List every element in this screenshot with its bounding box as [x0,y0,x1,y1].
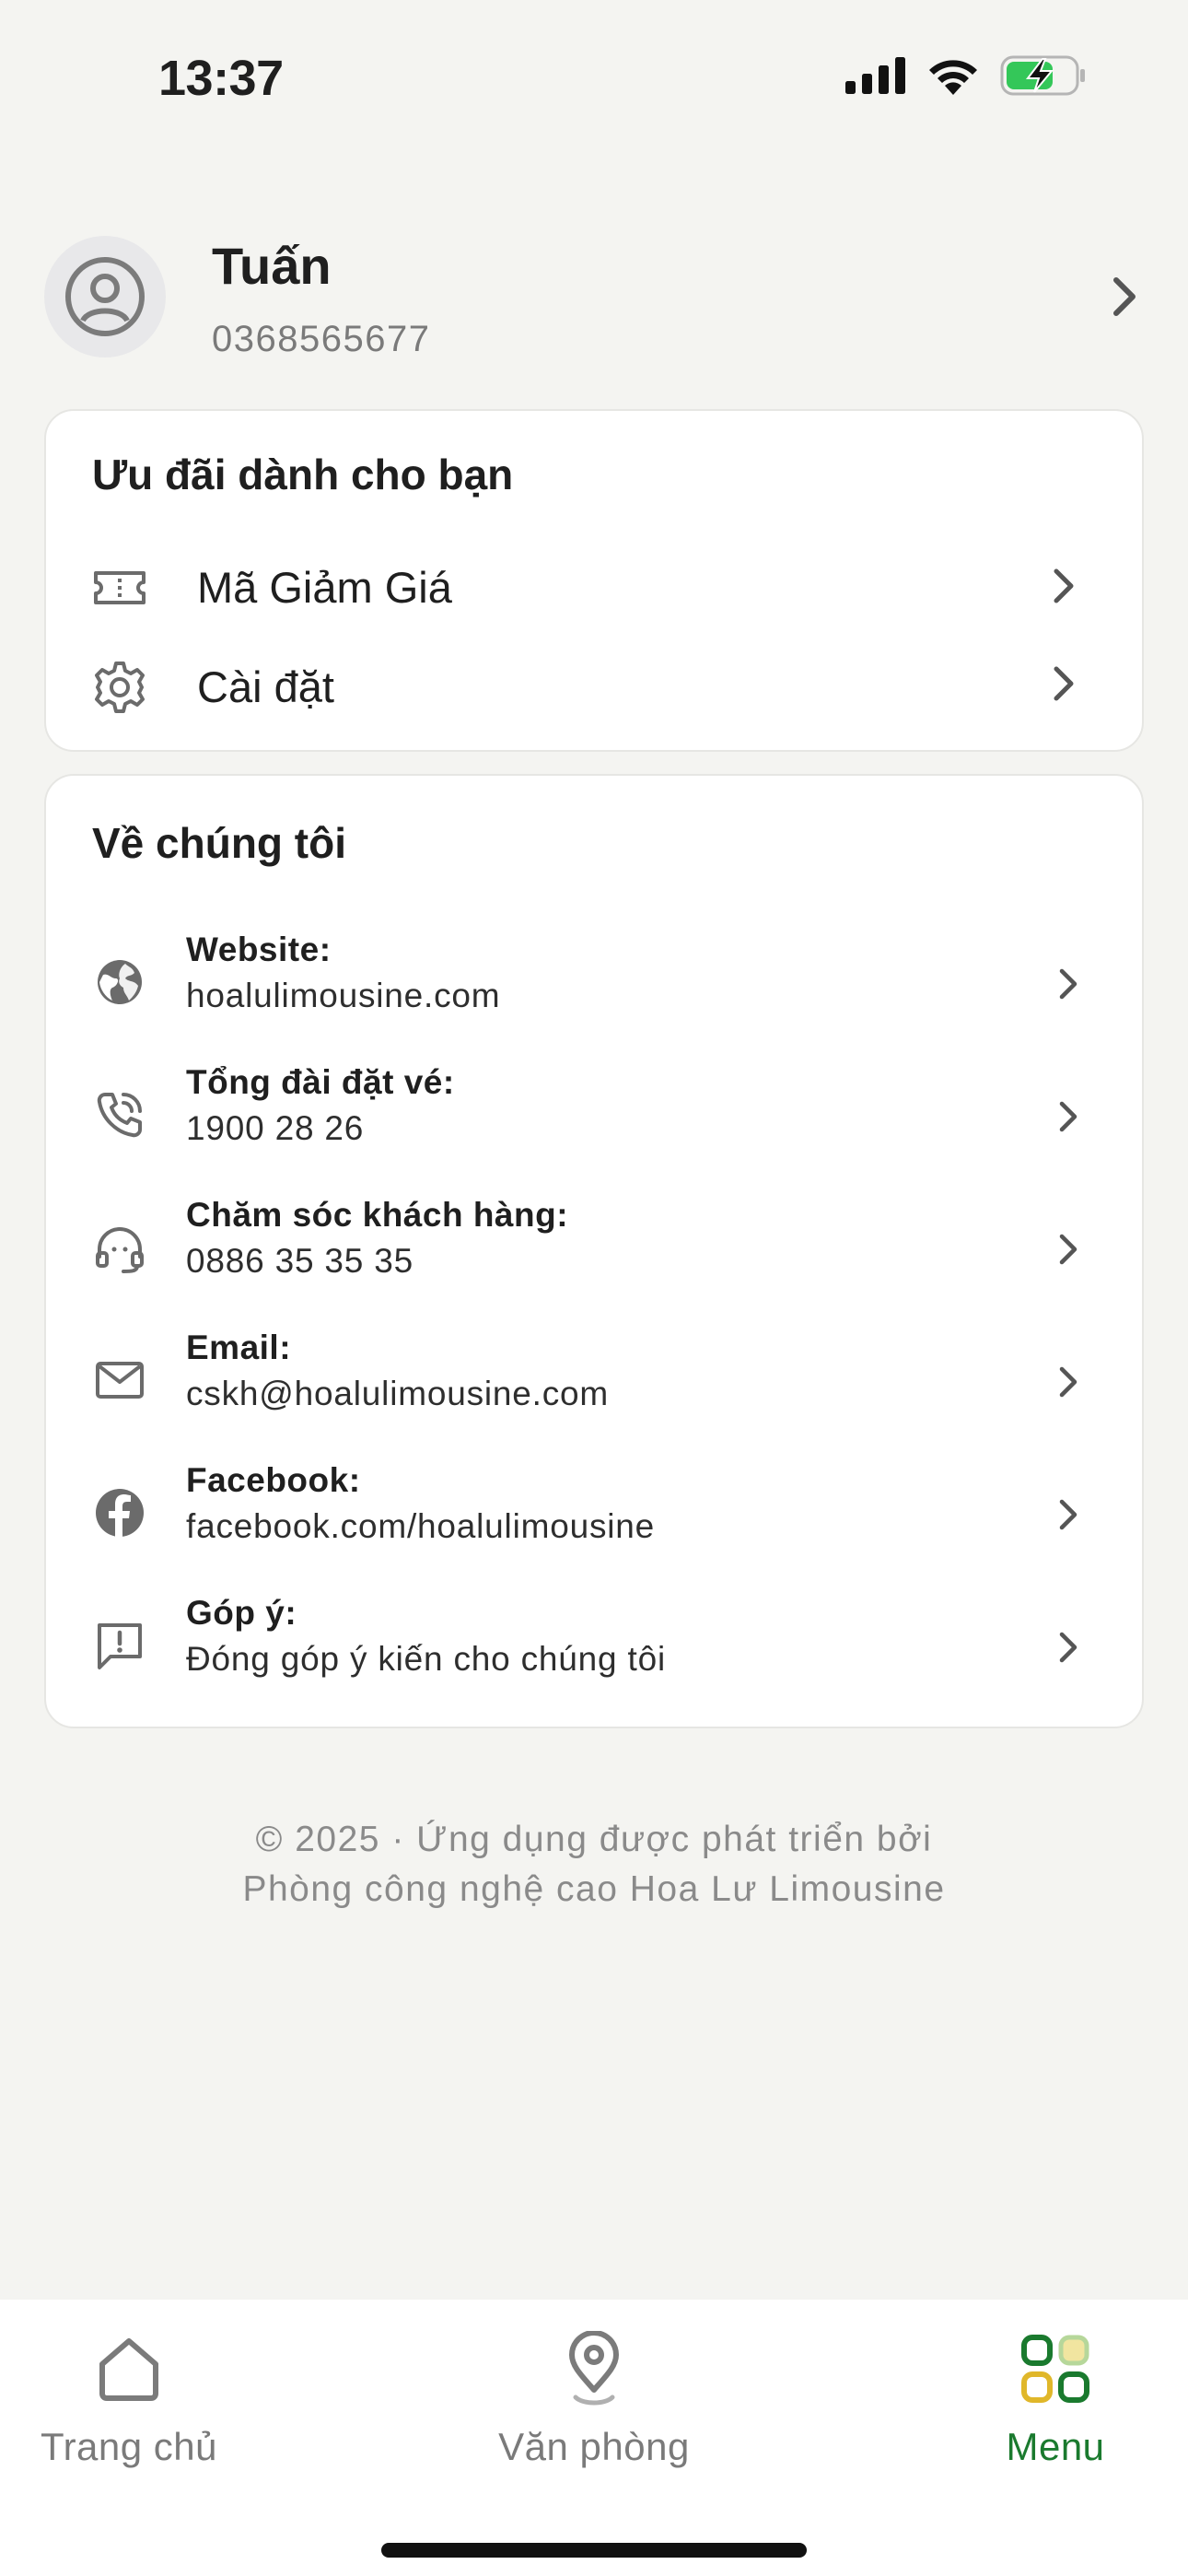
menu-item-settings[interactable]: Cài đặt [46,639,1142,732]
profile-header[interactable]: Tuấn 0368565677 [44,230,1144,369]
home-indicator [381,2543,807,2558]
user-avatar-icon [65,257,145,336]
mail-icon [96,1362,144,1399]
chevron-right-icon [1113,277,1136,316]
footer-credits: © 2025 · Ứng dụng được phát triển bởi Ph… [0,1815,1188,1914]
footer-line-2: Phòng công nghệ cao Hoa Lư Limousine [242,1869,946,1909]
about-item-value: 0886 35 35 35 [186,1242,414,1280]
tab-label: Văn phòng [498,2425,690,2468]
about-item-value: facebook.com/hoalulimousine [186,1507,656,1545]
tab-label: Menu [1006,2425,1105,2468]
tab-menu[interactable]: Menu [926,2327,1184,2469]
chevron-right-icon [1054,666,1074,701]
about-title: Về chúng tôi [92,819,346,867]
status-icons [845,55,1087,96]
about-item-label: Facebook: [186,1461,361,1499]
headset-icon [96,1227,144,1273]
menu-grid-icon [1021,2335,1089,2403]
about-item-value: 1900 28 26 [186,1109,365,1147]
about-item-customer-care[interactable]: Chăm sóc khách hàng: 0886 35 35 35 [46,1187,1142,1319]
about-item-label: Chăm sóc khách hàng: [186,1196,569,1234]
chevron-right-icon [1059,1499,1077,1530]
about-item-value: Đóng góp ý kiến cho chúng tôi [186,1640,666,1678]
about-item-feedback[interactable]: Góp ý: Đóng góp ý kiến cho chúng tôi [46,1585,1142,1717]
signal-icon [845,57,905,94]
chevron-right-icon [1059,1234,1077,1265]
facebook-icon [96,1489,144,1537]
tab-home[interactable]: Trang chủ [0,2327,258,2469]
home-icon [99,2338,158,2401]
ticket-icon [94,571,146,604]
menu-item-label: Cài đặt [197,662,334,711]
tab-office[interactable]: Văn phòng [465,2327,723,2469]
battery-charging-icon [1000,55,1085,96]
offers-card: Ưu đãi dành cho bạn Mã Giảm Giá Cài đặt [44,409,1144,752]
location-pin-icon [569,2331,619,2406]
about-item-label: Góp ý: [186,1594,297,1632]
tab-label: Trang chủ [40,2425,218,2468]
status-bar: 13:37 [0,0,1188,147]
about-item-label: Website: [186,931,332,968]
status-time: 13:37 [158,51,284,106]
chevron-right-icon [1059,1632,1077,1663]
chevron-right-icon [1059,1101,1077,1132]
about-card: Về chúng tôi Website: hoalulimousine.com… [44,774,1144,1728]
menu-item-label: Mã Giảm Giá [197,563,452,612]
wifi-icon [929,60,977,95]
about-item-value: hoalulimousine.com [186,977,501,1014]
screen: 13:37 Tuấn 0368565677 Ưu đãi dành cho bạ… [0,0,1188,2576]
menu-item-discount-code[interactable]: Mã Giảm Giá [46,540,1142,632]
about-item-value: cskh@hoalulimousine.com [186,1375,610,1412]
feedback-icon [98,1623,142,1669]
about-item-label: Tổng đài đặt vé: [186,1063,455,1101]
footer-line-1: © 2025 · Ứng dụng được phát triển bởi [255,1820,933,1859]
profile-phone: 0368565677 [212,319,431,359]
avatar [44,236,166,357]
offers-title: Ưu đãi dành cho bạn [92,451,514,498]
chevron-right-icon [1059,1366,1077,1398]
profile-name: Tuấn [212,237,332,295]
about-item-website[interactable]: Website: hoalulimousine.com [46,921,1142,1054]
phone-icon [97,1093,142,1138]
about-item-email[interactable]: Email: cskh@hoalulimousine.com [46,1319,1142,1452]
about-item-hotline[interactable]: Tổng đài đặt vé: 1900 28 26 [46,1054,1142,1187]
chevron-right-icon [1054,568,1074,603]
gear-icon [95,662,145,713]
chevron-right-icon [1059,968,1077,1000]
about-item-facebook[interactable]: Facebook: facebook.com/hoalulimousine [46,1452,1142,1585]
tab-bar: Trang chủ Văn phòng Menu [0,2300,1188,2576]
about-item-label: Email: [186,1329,292,1366]
globe-icon [98,960,142,1004]
